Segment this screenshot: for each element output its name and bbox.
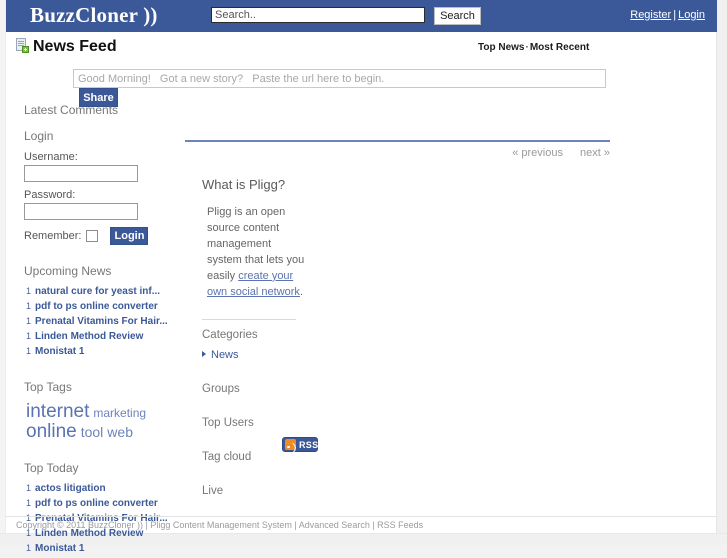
- content-divider: [185, 140, 610, 142]
- list-item: 1 natural cure for yeast inf...: [26, 286, 184, 297]
- feed-title-row: News Feed Top News·Most Recent: [6, 38, 717, 62]
- page-root: BuzzCloner )) Search Register|Login News…: [0, 0, 727, 554]
- list-item: 1 Linden Method Review: [26, 331, 184, 342]
- main-content: « previous next » What is Pligg? Pligg i…: [185, 140, 613, 497]
- sidebar-heading-upcoming-news: Upcoming News: [24, 264, 112, 278]
- vote-count: 1: [26, 482, 32, 493]
- remember-row: Remember: Login: [24, 227, 184, 245]
- feed-sort-links: Top News·Most Recent: [478, 42, 589, 53]
- categories-list: News: [202, 349, 613, 361]
- rss-label: RSS: [299, 439, 319, 450]
- remember-checkbox[interactable]: [86, 230, 99, 242]
- top-users-link[interactable]: Top Users: [202, 417, 254, 429]
- remember-label: Remember:: [24, 230, 82, 242]
- list-item: 1 Monistat 1: [26, 346, 184, 357]
- sort-most-recent-link[interactable]: Most Recent: [530, 42, 589, 53]
- story-link[interactable]: Prenatal Vitamins For Hair...: [35, 316, 168, 327]
- vote-count: 1: [26, 346, 32, 356]
- vote-count: 1: [26, 286, 32, 296]
- sort-top-news-link[interactable]: Top News: [478, 42, 524, 53]
- vote-count: 1: [26, 331, 32, 341]
- story-link[interactable]: natural cure for yeast inf...: [35, 286, 160, 297]
- rss-icon: [285, 439, 296, 450]
- categories-heading: Categories: [202, 328, 258, 341]
- previous-page-link[interactable]: « previous: [512, 147, 563, 159]
- site-header: BuzzCloner )) Search Register|Login: [6, 0, 717, 32]
- tag-cloud-link[interactable]: Tag cloud: [202, 451, 251, 463]
- tag-link[interactable]: tool: [81, 424, 104, 440]
- next-page-link[interactable]: next »: [580, 147, 610, 159]
- sidebar-heading-top-tags: Top Tags: [24, 380, 72, 394]
- share-url-input[interactable]: [73, 69, 606, 88]
- site-logo[interactable]: BuzzCloner )): [30, 3, 158, 28]
- rss-feed-button[interactable]: RSS: [282, 437, 318, 452]
- upcoming-news-list: 1 natural cure for yeast inf... 1 pdf to p…: [26, 286, 184, 357]
- sidebar-heading-login: Login: [24, 129, 54, 143]
- story-link[interactable]: Monistat 1: [35, 346, 84, 357]
- tag-link[interactable]: web: [107, 424, 133, 440]
- tag-link[interactable]: online: [26, 421, 77, 442]
- password-input[interactable]: [24, 203, 138, 220]
- about-heading: What is Pligg?: [202, 177, 286, 192]
- register-link[interactable]: Register: [630, 9, 671, 21]
- sidebar-heading-top-today: Top Today: [24, 460, 79, 475]
- vote-count: 1: [26, 301, 32, 311]
- menu-item-live: Live: [202, 485, 613, 497]
- story-link[interactable]: pdf to ps online converter: [35, 498, 158, 509]
- groups-link[interactable]: Groups: [202, 383, 240, 395]
- list-item: 1 pdf to ps online converter: [26, 498, 184, 509]
- sidebar-login-button[interactable]: Login: [110, 227, 149, 245]
- list-item: 1 pdf to ps online converter: [26, 301, 184, 312]
- category-link-news[interactable]: News: [211, 349, 239, 361]
- list-item: News: [202, 349, 613, 361]
- share-story-row: Share: [73, 69, 653, 107]
- menu-item-tag-cloud: Tag cloud: [202, 451, 613, 463]
- new-document-icon: [16, 38, 29, 53]
- vote-count: 1: [26, 542, 32, 553]
- story-link[interactable]: Linden Method Review: [35, 331, 143, 342]
- header-auth-links: Register | Login: [630, 9, 705, 21]
- username-input[interactable]: [24, 165, 138, 182]
- list-item: 1 Prenatal Vitamins For Hair...: [26, 316, 184, 327]
- password-label: Password:: [24, 189, 76, 201]
- site-footer: Copyright © 2011 BuzzCloner )) | Pligg C…: [6, 516, 717, 533]
- tag-link[interactable]: internet: [26, 401, 89, 422]
- page-right-edge: [716, 0, 727, 534]
- tag-link[interactable]: marketing: [93, 406, 146, 420]
- about-text-after: .: [299, 285, 303, 298]
- sidebar: Latest Comments Login Username: Password…: [24, 103, 184, 558]
- live-link[interactable]: Live: [202, 485, 223, 497]
- search-area: Search: [211, 7, 481, 25]
- menu-item-groups: Groups: [202, 383, 613, 395]
- login-link[interactable]: Login: [678, 9, 705, 21]
- sidebar-heading-latest-comments: Latest Comments: [24, 103, 119, 117]
- section-divider: [202, 318, 296, 320]
- vote-count: 1: [26, 316, 32, 326]
- username-label: Username:: [24, 151, 78, 163]
- triangle-bullet-icon: [202, 350, 206, 357]
- vote-count: 1: [26, 497, 32, 508]
- list-item: 1 actos litigation: [26, 483, 184, 494]
- tag-cloud: internet marketing online tool web: [26, 402, 184, 442]
- page-left-edge: [0, 0, 6, 534]
- search-input[interactable]: [211, 7, 425, 23]
- about-text: Pligg is an open source content manageme…: [207, 205, 305, 301]
- story-link[interactable]: pdf to ps online converter: [35, 301, 158, 312]
- page-title-text: News Feed: [33, 38, 117, 55]
- page-title: News Feed: [16, 38, 117, 56]
- search-button[interactable]: Search: [434, 7, 481, 25]
- menu-item-top-users: Top Users: [202, 417, 613, 429]
- footer-text: Copyright © 2011 BuzzCloner )) | Pligg C…: [16, 520, 424, 530]
- story-link[interactable]: actos litigation: [35, 483, 106, 494]
- pagination: « previous next »: [185, 147, 610, 159]
